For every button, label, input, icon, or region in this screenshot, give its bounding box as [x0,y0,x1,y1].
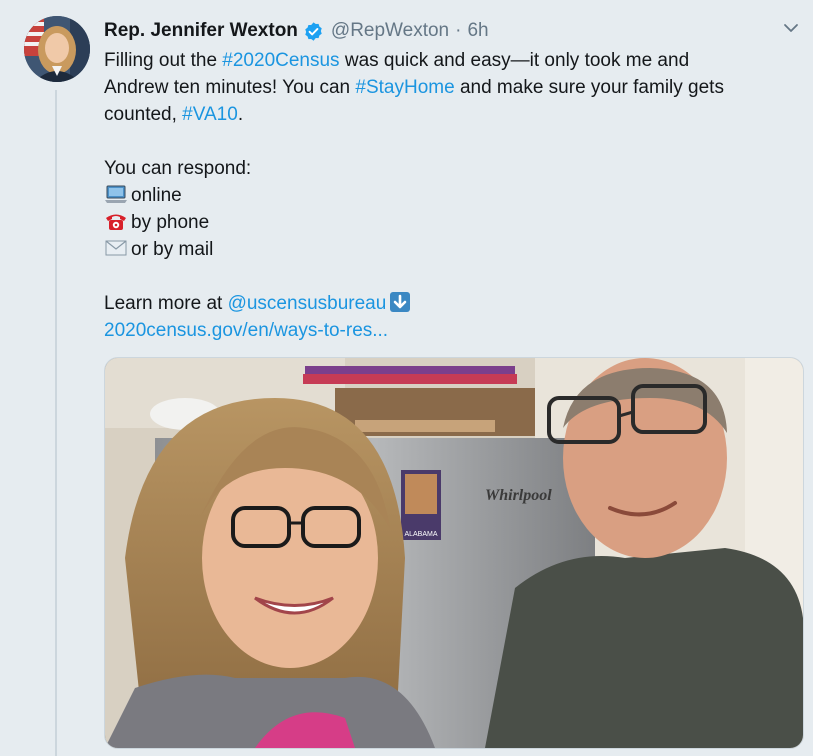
tweet-text: Filling out the #2020Census was quick an… [104,47,794,344]
verified-badge-icon [303,21,324,42]
telephone-emoji-icon [104,210,128,232]
respond-option-phone: by phone [104,209,794,236]
mention-uscensusbureau[interactable]: @uscensusbureau [228,293,387,314]
text-segment: Learn more at [104,293,228,314]
hashtag-va10[interactable]: #VA10 [182,104,238,125]
timestamp[interactable]: 6h [467,20,488,42]
text-segment: Filling out the [104,50,223,71]
option-label: or by mail [131,239,214,260]
avatar[interactable] [24,16,90,82]
text-line-2: Andrew ten minutes! You can #StayHome an… [104,74,794,101]
census-link[interactable]: 2020census.gov/en/ways-to-res... [104,317,794,344]
fridge-brand-text: Whirlpool [485,487,552,504]
tweet-header: Rep. Jennifer Wexton @RepWexton · 6h [104,19,489,43]
respond-heading: You can respond: [104,158,252,179]
display-name[interactable]: Rep. Jennifer Wexton [104,20,298,42]
text-segment: counted, [104,104,183,125]
tweet-photo[interactable]: ALABAMA Whirlpool [104,357,804,749]
text-segment: was quick and easy—it only took me and [339,50,690,71]
learn-more-line: Learn more at @uscensusbureau [104,290,794,317]
hashtag-2020census[interactable]: #2020Census [222,50,339,71]
hashtag-stayhome[interactable]: #StayHome [355,77,454,98]
text-line-3: counted, #VA10. [104,101,794,128]
thread-line [55,90,57,756]
text-line-1: Filling out the #2020Census was quick an… [104,47,794,74]
down-arrow-emoji-icon [388,291,412,313]
respond-option-online: online [104,182,794,209]
fridge-magnet-text: ALABAMA [404,531,437,538]
option-label: by phone [131,212,210,233]
chevron-down-icon[interactable] [781,18,801,38]
tweet-card[interactable]: Rep. Jennifer Wexton @RepWexton · 6h Fil… [0,0,813,756]
separator-dot: · [455,20,462,41]
respond-option-mail: or by mail [104,236,794,263]
laptop-emoji-icon [104,183,128,205]
text-segment: Andrew ten minutes! You can [104,77,356,98]
text-segment: and make sure your family gets [454,77,724,98]
text-segment: . [237,104,244,125]
handle[interactable]: @RepWexton [331,20,449,42]
option-label: online [131,185,182,206]
envelope-emoji-icon [104,237,128,259]
